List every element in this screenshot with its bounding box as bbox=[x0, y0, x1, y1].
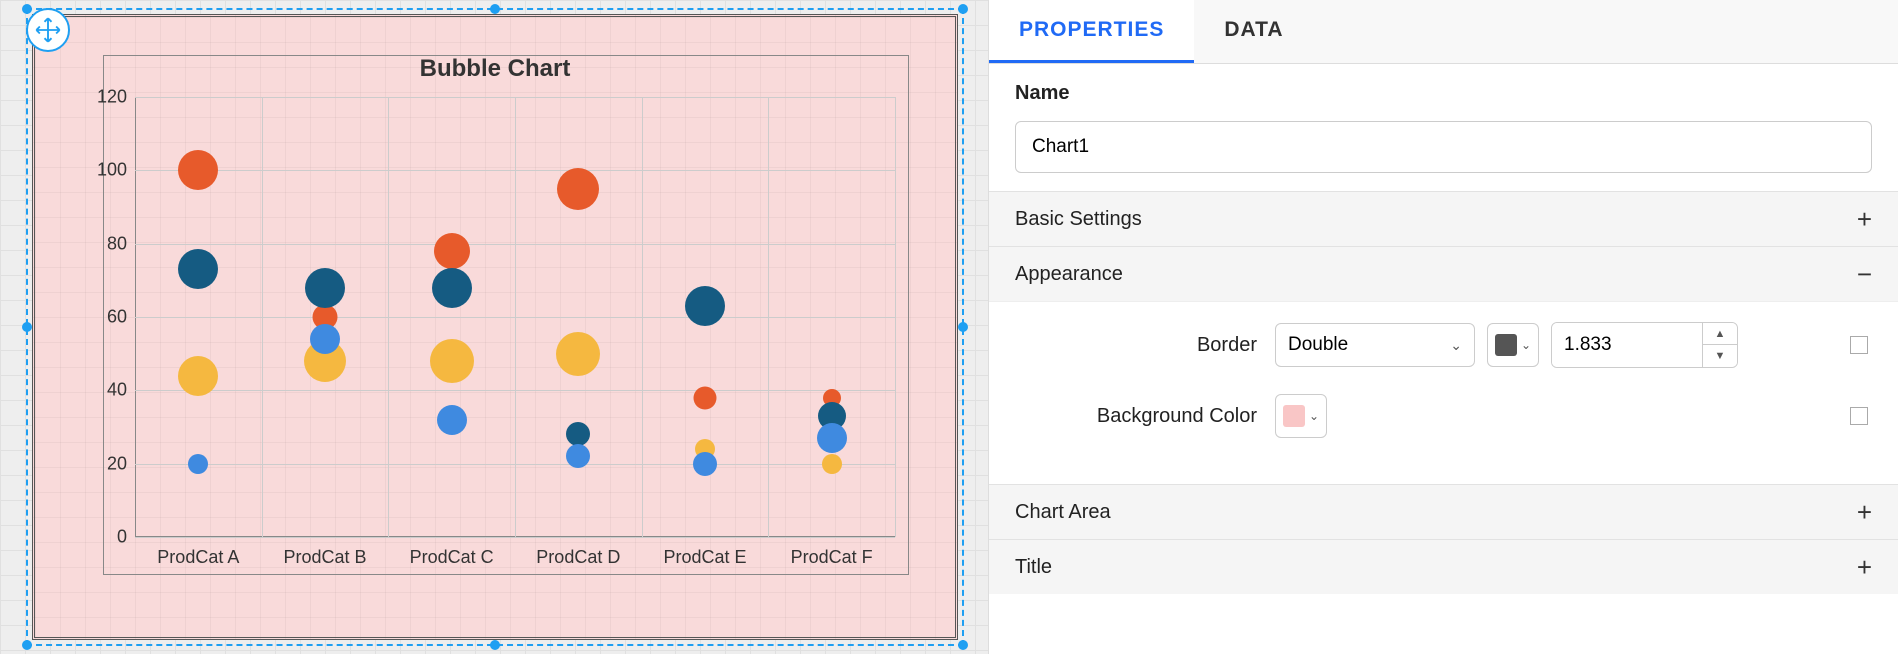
bubble-point bbox=[557, 168, 599, 210]
bubble-point bbox=[693, 452, 717, 476]
x-tick: ProdCat D bbox=[536, 537, 620, 568]
appearance-body: Border Double ⌄ ⌄ ▲ ▼ bbox=[989, 301, 1898, 484]
chart-background: Bubble Chart 020406080100120ProdCat APro… bbox=[32, 14, 958, 640]
bubble-point bbox=[305, 268, 345, 308]
expand-icon: + bbox=[1857, 499, 1872, 525]
panel-tabs: PROPERTIES DATA bbox=[989, 0, 1898, 64]
y-tick: 40 bbox=[107, 380, 135, 401]
resize-handle[interactable] bbox=[958, 640, 968, 650]
section-label: Chart Area bbox=[1015, 501, 1111, 524]
name-input[interactable] bbox=[1015, 121, 1872, 173]
resize-handle[interactable] bbox=[22, 322, 32, 332]
bubble-point bbox=[188, 454, 208, 474]
chevron-down-icon: ⌄ bbox=[1450, 337, 1462, 354]
border-width-input[interactable] bbox=[1552, 323, 1702, 367]
collapse-icon: − bbox=[1857, 261, 1872, 287]
bg-color-picker[interactable]: ⌄ bbox=[1275, 394, 1327, 438]
section-label: Appearance bbox=[1015, 263, 1123, 286]
tab-data[interactable]: DATA bbox=[1194, 0, 1313, 63]
bubble-point bbox=[822, 454, 842, 474]
resize-handle[interactable] bbox=[958, 4, 968, 14]
move-handle-icon[interactable] bbox=[26, 8, 70, 52]
bubble-point bbox=[556, 332, 600, 376]
bubble-point bbox=[178, 356, 218, 396]
bubble-point bbox=[685, 286, 725, 326]
chevron-down-icon: ⌄ bbox=[1309, 409, 1319, 423]
resize-handle[interactable] bbox=[22, 640, 32, 650]
bg-color-label: Background Color bbox=[1015, 405, 1275, 428]
bubble-point bbox=[817, 423, 847, 453]
bubble-point bbox=[437, 405, 467, 435]
bubble-point bbox=[430, 339, 474, 383]
resize-handle[interactable] bbox=[490, 640, 500, 650]
border-width-stepper[interactable]: ▲ ▼ bbox=[1551, 322, 1738, 368]
step-down-icon[interactable]: ▼ bbox=[1703, 345, 1737, 367]
bubble-point bbox=[178, 249, 218, 289]
section-appearance[interactable]: Appearance − bbox=[989, 246, 1898, 301]
section-label: Title bbox=[1015, 556, 1052, 579]
y-tick: 80 bbox=[107, 233, 135, 254]
x-tick: ProdCat B bbox=[283, 537, 366, 568]
properties-panel: PROPERTIES DATA Name Basic Settings + Ap… bbox=[988, 0, 1898, 654]
chart-title: Bubble Chart bbox=[35, 55, 955, 83]
chevron-down-icon: ⌄ bbox=[1521, 338, 1531, 352]
chart-plot-area: 020406080100120ProdCat AProdCat BProdCat… bbox=[135, 97, 895, 537]
bubble-point bbox=[566, 422, 590, 446]
y-tick: 100 bbox=[97, 160, 135, 181]
y-tick: 120 bbox=[97, 87, 135, 108]
x-tick: ProdCat E bbox=[663, 537, 746, 568]
border-label: Border bbox=[1015, 334, 1275, 357]
border-style-value: Double bbox=[1288, 334, 1348, 356]
y-tick: 20 bbox=[107, 453, 135, 474]
border-color-swatch bbox=[1495, 334, 1517, 356]
section-chart-area[interactable]: Chart Area + bbox=[989, 484, 1898, 539]
name-label: Name bbox=[989, 64, 1898, 113]
y-tick: 60 bbox=[107, 307, 135, 328]
bubble-point bbox=[434, 233, 470, 269]
step-up-icon[interactable]: ▲ bbox=[1703, 323, 1737, 345]
border-style-select[interactable]: Double ⌄ bbox=[1275, 323, 1475, 367]
bubble-point bbox=[310, 324, 340, 354]
design-canvas[interactable]: Bubble Chart 020406080100120ProdCat APro… bbox=[0, 0, 988, 654]
expand-icon: + bbox=[1857, 554, 1872, 580]
x-tick: ProdCat A bbox=[157, 537, 239, 568]
bubble-point bbox=[694, 386, 717, 409]
y-tick: 0 bbox=[117, 527, 135, 548]
bg-color-swatch bbox=[1283, 405, 1305, 427]
tab-properties[interactable]: PROPERTIES bbox=[989, 0, 1194, 63]
section-title[interactable]: Title + bbox=[989, 539, 1898, 594]
resize-handle[interactable] bbox=[958, 322, 968, 332]
resize-handle[interactable] bbox=[22, 4, 32, 14]
x-tick: ProdCat F bbox=[791, 537, 873, 568]
resize-handle[interactable] bbox=[490, 4, 500, 14]
bubble-point bbox=[178, 150, 218, 190]
section-label: Basic Settings bbox=[1015, 208, 1142, 231]
bg-checkbox[interactable] bbox=[1850, 407, 1868, 425]
border-checkbox[interactable] bbox=[1850, 336, 1868, 354]
bubble-point bbox=[432, 268, 472, 308]
expand-icon: + bbox=[1857, 206, 1872, 232]
chart-selection[interactable]: Bubble Chart 020406080100120ProdCat APro… bbox=[26, 8, 964, 646]
x-tick: ProdCat C bbox=[410, 537, 494, 568]
border-color-picker[interactable]: ⌄ bbox=[1487, 323, 1539, 367]
bubble-point bbox=[566, 444, 590, 468]
section-basic-settings[interactable]: Basic Settings + bbox=[989, 191, 1898, 246]
